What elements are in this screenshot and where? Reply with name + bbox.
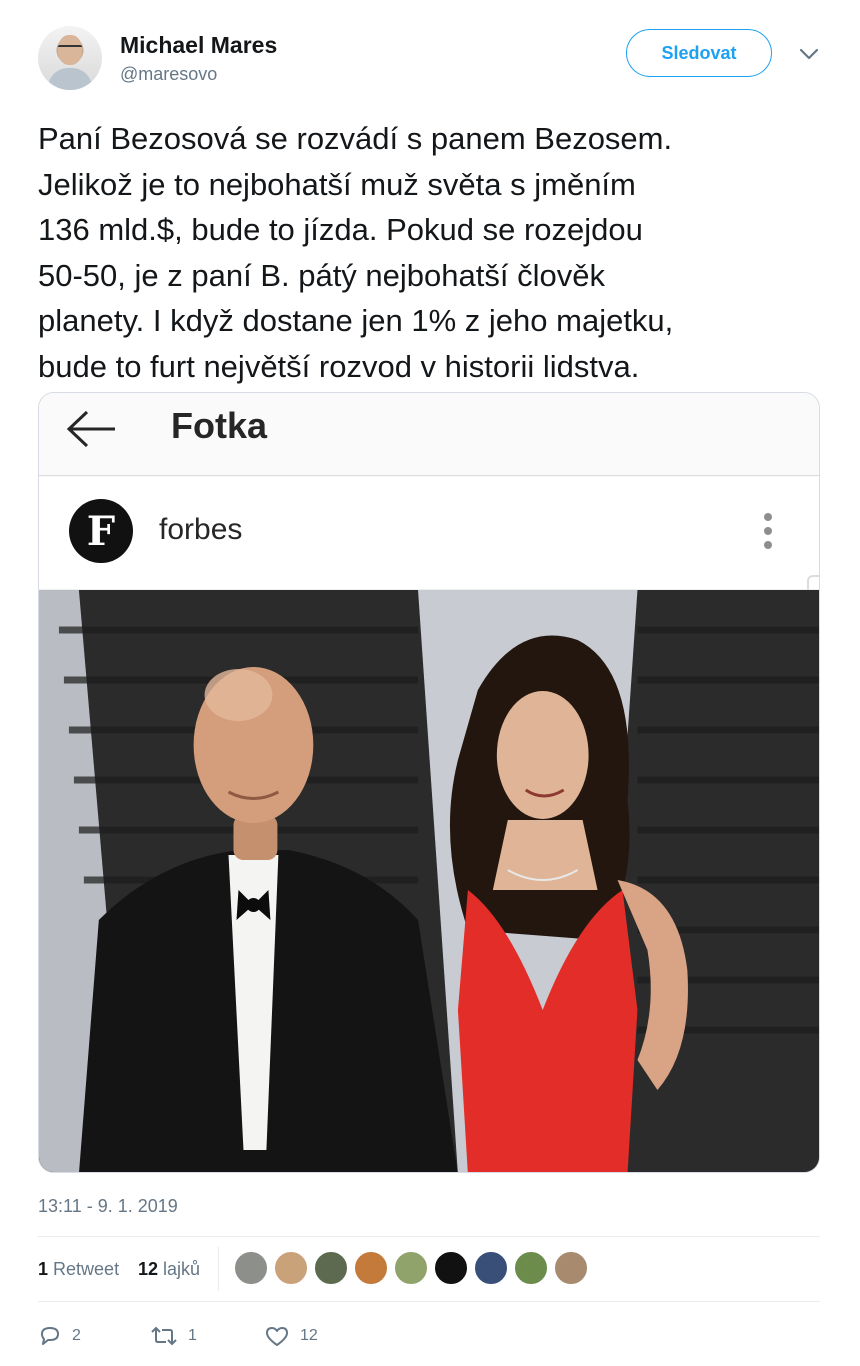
liker-avatar[interactable] (554, 1251, 588, 1285)
likes-stat[interactable]: 12 lajků (138, 1259, 200, 1280)
reply-button[interactable]: 2 (38, 1318, 81, 1354)
tweet-text-line: bude to furt největší rozvod v historii … (38, 348, 640, 384)
tweet-text-line: Paní Bezosová se rozvádí s panem Bezosem… (38, 121, 673, 156)
tweet-text-line: 136 mld.$, bude to jízda. Pokud se rozej… (38, 212, 643, 247)
likes-label: lajků (163, 1259, 201, 1279)
back-arrow-icon (66, 410, 115, 448)
tweet-actions: 2 1 12 (38, 1318, 820, 1354)
tweet-timestamp[interactable]: 13:11 - 9. 1. 2019 (38, 1196, 178, 1217)
forbes-logo: F (69, 499, 133, 563)
retweet-stat[interactable]: 1 Retweet (38, 1259, 119, 1280)
liker-avatar[interactable] (514, 1251, 548, 1285)
liker-avatar[interactable] (314, 1251, 348, 1285)
like-button[interactable]: 12 (264, 1318, 318, 1354)
retweet-label: Retweet (53, 1259, 120, 1279)
instagram-screen-title: Fotka (171, 405, 268, 446)
avatar[interactable] (38, 26, 102, 90)
retweet-count: 1 (38, 1259, 49, 1279)
reply-count: 2 (72, 1327, 81, 1344)
instagram-top-bar: Fotka (39, 393, 819, 476)
retweet-button[interactable]: 1 (150, 1318, 197, 1354)
tweet-text-line: planety. I když dostane jen 1% z jeho ma… (38, 303, 674, 338)
liker-avatar[interactable] (354, 1251, 388, 1285)
likes-count: 12 (138, 1259, 159, 1279)
liker-avatar[interactable] (234, 1251, 268, 1285)
retweet-action-count: 1 (188, 1327, 197, 1344)
liker-avatar[interactable] (274, 1251, 308, 1285)
liker-avatar[interactable] (394, 1251, 428, 1285)
reply-icon (41, 1327, 59, 1345)
liker-avatar[interactable] (434, 1251, 468, 1285)
divider (38, 1301, 820, 1302)
tweet-media[interactable]: Fotka F forbes (38, 392, 820, 1173)
retweet-icon (151, 1326, 177, 1346)
follow-button[interactable]: Sledovat (626, 29, 772, 77)
like-count: 12 (300, 1327, 318, 1344)
tweet-header: Michael Mares @maresovo Sledovat (38, 26, 822, 96)
photo (39, 590, 819, 1172)
author-name[interactable]: Michael Mares (120, 32, 277, 59)
instagram-post-header: F forbes (39, 477, 819, 590)
more-options-icon (764, 513, 772, 549)
instagram-account-name: forbes (159, 513, 243, 546)
divider (218, 1247, 219, 1291)
tweet-stats: 1 Retweet 12 lajků (38, 1237, 820, 1301)
liker-avatar[interactable] (474, 1251, 508, 1285)
heart-icon (266, 1327, 288, 1346)
tweet-text-line: 50-50, je z paní B. pátý nejbohatší člov… (38, 257, 605, 293)
chevron-down-icon[interactable] (798, 46, 820, 62)
tweet-text-line: Jelikož je to nejbohatší muž světa s jmě… (38, 166, 636, 202)
author-handle[interactable]: @maresovo (120, 64, 217, 85)
tweet-text: Paní Bezosová se rozvádí s panem Bezosem… (38, 116, 828, 389)
